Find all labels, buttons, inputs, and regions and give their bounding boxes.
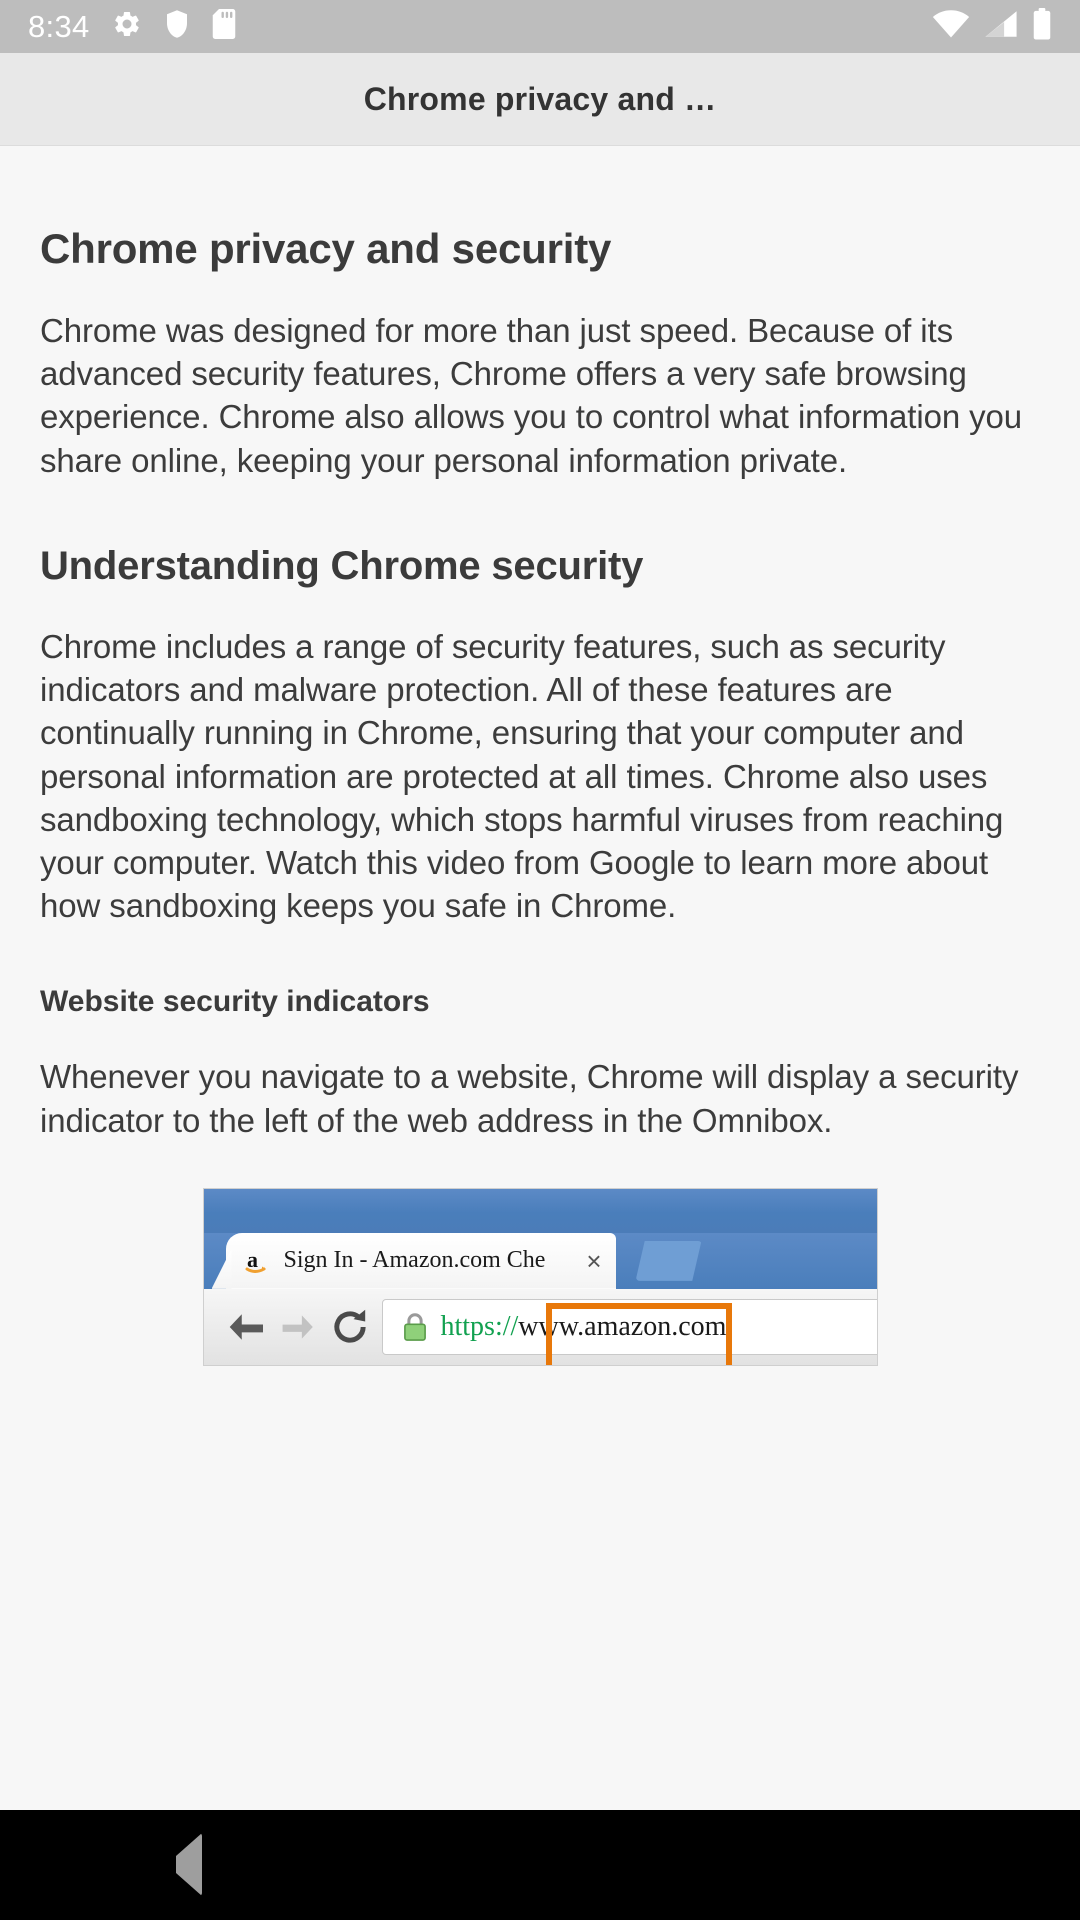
browser-toolbar: https:// www.amazon.com	[203, 1288, 877, 1365]
wifi-icon	[932, 9, 970, 44]
back-button[interactable]	[175, 1833, 202, 1896]
browser-screenshot-figure: a Sign In - Amazon.com Che × https:// ww…	[202, 1187, 878, 1366]
battery-icon	[1032, 8, 1052, 45]
browser-new-tab-button	[635, 1240, 702, 1281]
status-bar-right	[932, 8, 1052, 45]
page-title: Chrome privacy and …	[363, 80, 717, 117]
close-icon: ×	[586, 1245, 602, 1276]
gear-icon	[112, 9, 142, 44]
article-heading-3: Website security indicators	[40, 985, 430, 1019]
amazon-favicon: a	[244, 1246, 274, 1276]
android-navigation-bar	[0, 1810, 1080, 1920]
omnibox-url-host: www.amazon.com	[518, 1310, 727, 1342]
green-padlock-icon	[401, 1312, 429, 1342]
omnibox: https:// www.amazon.com	[381, 1298, 877, 1355]
article-paragraph-security: Chrome includes a range of security feat…	[40, 627, 1004, 925]
omnibox-container: https:// www.amazon.com	[381, 1298, 877, 1365]
back-arrow-icon	[220, 1301, 272, 1353]
app-bar: Chrome privacy and …	[0, 53, 1080, 146]
browser-tab-strip: a Sign In - Amazon.com Che ×	[203, 1232, 877, 1289]
article-paragraph-indicators: Whenever you navigate to a website, Chro…	[40, 1058, 1019, 1139]
article-heading-1: Chrome privacy and security	[40, 225, 612, 272]
status-bar: 8:34	[0, 0, 1080, 53]
browser-tab-title: Sign In - Amazon.com Che	[283, 1247, 546, 1274]
status-bar-left: 8:34	[28, 9, 236, 44]
browser-window-titlebar	[203, 1188, 877, 1233]
cell-signal-icon	[984, 9, 1018, 44]
browser-tab: a Sign In - Amazon.com Che ×	[225, 1232, 616, 1289]
sd-card-icon	[212, 9, 236, 44]
reload-icon	[324, 1301, 376, 1353]
article-content[interactable]: Chrome privacy and security Chrome was d…	[0, 147, 1080, 1810]
back-triangle-icon	[175, 1833, 202, 1896]
article-paragraph-intro: Chrome was designed for more than just s…	[40, 312, 1023, 479]
omnibox-url-secure-scheme: https://	[440, 1310, 519, 1342]
article-heading-2: Understanding Chrome security	[40, 543, 644, 588]
forward-arrow-icon	[272, 1301, 324, 1353]
status-clock: 8:34	[28, 9, 90, 44]
shield-icon	[164, 9, 190, 44]
